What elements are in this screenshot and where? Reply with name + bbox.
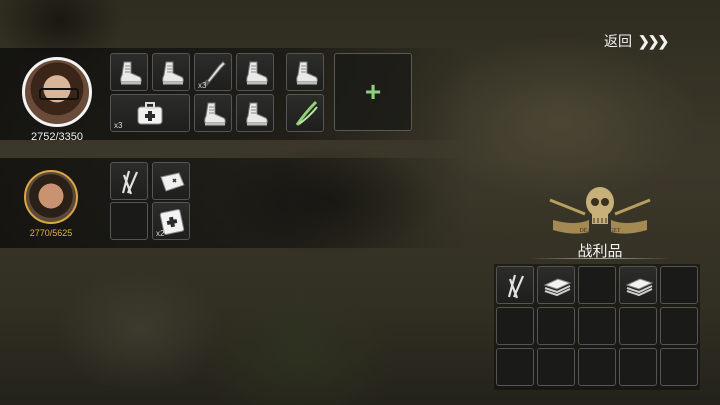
inventory-slot-boot[interactable] [286,53,324,91]
inventory-slot-medical-book[interactable]: x2 [152,202,190,240]
loot-slot-empty[interactable] [619,348,657,386]
loot-slot-cash[interactable] [537,266,575,304]
plus-icon: + [364,76,382,107]
medkit-icon [135,99,165,129]
cash-icon [542,271,572,301]
nails-icon [115,167,145,197]
avatar-girl-with-glasses [22,57,92,127]
loot-slot-empty[interactable] [578,266,616,304]
boot-icon [291,58,321,88]
item-quantity: x3 [114,121,123,130]
loot-slot-empty[interactable] [496,307,534,345]
inventory-slot-boot[interactable] [152,53,190,91]
chevron-right-icon: ❯❯❯ [638,32,669,49]
loot-slot-empty[interactable] [660,348,698,386]
item-quantity: x3 [198,81,207,90]
nails-icon [501,271,531,301]
bandage-icon [157,167,187,197]
loot-slot-empty[interactable] [496,348,534,386]
character-2-hp: 2770/5625 [29,228,73,238]
boot-icon [241,58,271,88]
inventory-slot-nails[interactable] [110,162,148,200]
divider [530,258,670,259]
inventory-slot-boot[interactable] [236,94,274,132]
boot-icon [241,99,271,129]
loot-slot-empty[interactable] [619,307,657,345]
herb-icon [291,99,321,129]
boot-icon [115,58,145,88]
character-2-portrait[interactable]: 2770/5625 [22,170,80,238]
avatar-man [24,170,78,224]
item-quantity: x2 [156,229,165,238]
back-label: 返回 [604,33,632,49]
cash-icon [624,271,654,301]
inventory-slot-bandage[interactable] [152,162,190,200]
inventory-slot-boot[interactable] [194,94,232,132]
add-item-button[interactable]: + [334,53,412,131]
loot-slot-empty[interactable] [578,307,616,345]
character-1-portrait[interactable]: 2752/3350 [22,57,92,143]
back-button[interactable]: 返回 ❯❯❯ [604,31,669,51]
inventory-slot-boot[interactable] [236,53,274,91]
inventory-slot-empty[interactable] [110,202,148,240]
inventory-slot-medkit[interactable]: x3 [110,94,190,132]
character-1-hp: 2752/3350 [31,131,83,143]
loot-slot-empty[interactable] [660,307,698,345]
loot-slot-cash[interactable] [619,266,657,304]
loot-slot-empty[interactable] [537,307,575,345]
loot-slot-empty[interactable] [660,266,698,304]
boot-icon [199,99,229,129]
boot-icon [157,58,187,88]
inventory-slot-herb[interactable] [286,94,324,132]
emblem-text: DEAD TARGET [579,228,621,234]
loot-slot-empty[interactable] [578,348,616,386]
loot-slot-nails[interactable] [496,266,534,304]
inventory-slot-knife[interactable]: x3 [194,53,232,91]
skull-emblem-icon: DEAD TARGET [549,187,651,234]
loot-slot-empty[interactable] [537,348,575,386]
inventory-slot-boot[interactable] [110,53,148,91]
